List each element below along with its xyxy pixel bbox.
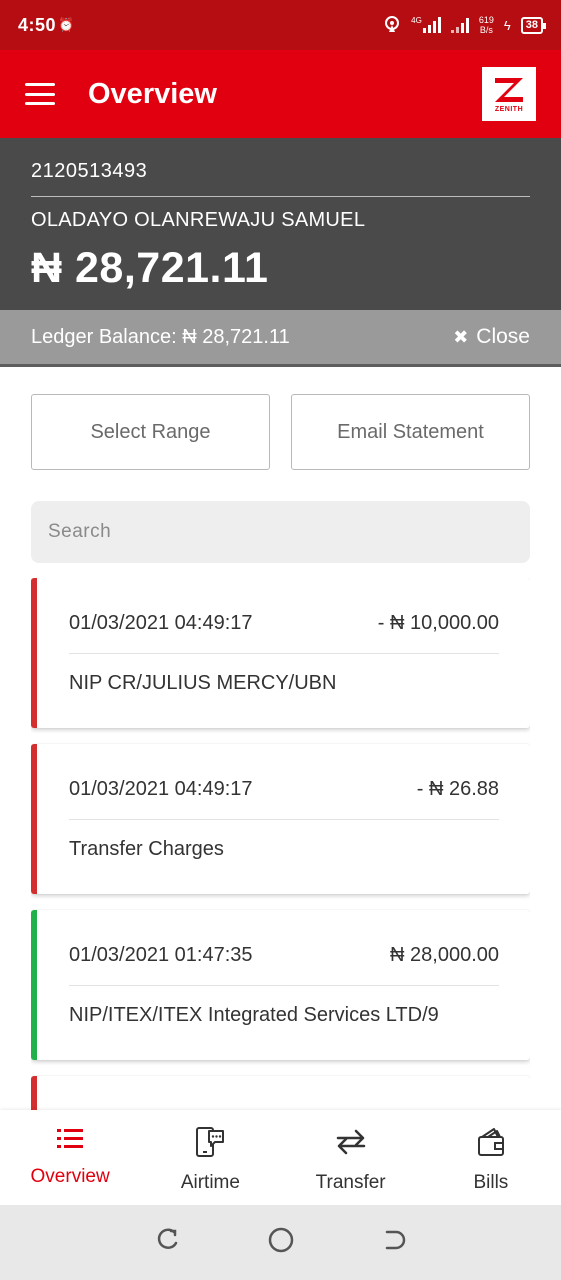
status-icons: 4G 619 B/s ϟ 38 — [383, 15, 547, 36]
transaction-divider — [69, 653, 499, 654]
transaction-description: Transfer Charges — [69, 838, 224, 860]
nav-item-airtime[interactable]: Airtime — [140, 1110, 280, 1205]
page-title: Overview — [88, 77, 217, 110]
search-input[interactable] — [48, 521, 513, 543]
menu-icon[interactable] — [25, 83, 55, 105]
nav-item-transfer[interactable]: Transfer — [281, 1110, 421, 1205]
transaction-amount: - ₦ 10,000.00 — [377, 612, 499, 634]
available-balance: ₦ 28,721.11 — [31, 244, 269, 292]
transaction-amount: - ₦ 26.88 — [416, 778, 499, 800]
transaction-card[interactable]: 01/03/2021 04:49:17 - ₦ 26.88 Transfer C… — [31, 744, 530, 894]
debit-indicator — [31, 1076, 37, 1110]
transaction-description: NIP CR/JULIUS MERCY/UBN — [69, 672, 337, 694]
battery-icon: 38 — [520, 16, 547, 34]
nav-item-bills[interactable]: Bills — [421, 1110, 561, 1205]
nav-label-bills: Bills — [473, 1172, 509, 1193]
zenith-logo-icon — [495, 78, 523, 102]
search-box[interactable] — [31, 501, 530, 563]
select-range-button[interactable]: Select Range — [31, 394, 270, 470]
transaction-amount: ₦ 28,000.00 — [390, 944, 499, 966]
transaction-divider — [69, 985, 499, 986]
recent-apps-icon[interactable] — [154, 1227, 180, 1258]
bottom-nav: Overview Airtime Transfer Bills — [0, 1110, 561, 1205]
status-bar: 4:50 ⏰ 4G 619 B/s ϟ 38 — [0, 0, 561, 50]
wallet-icon — [476, 1126, 506, 1164]
email-statement-button[interactable]: Email Statement — [291, 394, 530, 470]
transaction-description: NIP/ITEX/ITEX Integrated Services LTD/9 — [69, 1004, 439, 1026]
account-number: 2120513493 — [31, 160, 148, 182]
back-icon[interactable] — [382, 1227, 408, 1258]
debit-indicator — [31, 744, 37, 894]
signal-strength-icon — [422, 17, 441, 33]
transaction-card[interactable]: 01/03/2021 04:49:17 - ₦ 10,000.00 NIP CR… — [31, 578, 530, 728]
nav-item-overview[interactable]: Overview — [0, 1110, 140, 1205]
signal-strength-icon-2 — [450, 17, 469, 33]
ledger-balance: Ledger Balance: ₦ 28,721.11 — [31, 325, 290, 348]
zenith-logo: ZENITH — [482, 67, 536, 121]
account-name: OLADAYO OLANREWAJU SAMUEL — [31, 209, 366, 231]
close-icon: ✖ — [453, 326, 469, 347]
debit-indicator — [31, 578, 37, 728]
list-icon — [56, 1126, 84, 1158]
nav-label-airtime: Airtime — [180, 1172, 240, 1193]
alarm-icon: ⏰ — [58, 17, 75, 32]
system-nav-bar — [0, 1205, 561, 1280]
nav-label-transfer: Transfer — [315, 1172, 386, 1193]
logo-text: ZENITH — [494, 106, 524, 113]
transfer-arrows-icon — [334, 1126, 368, 1164]
charging-icon: ϟ — [503, 17, 511, 33]
phone-chat-icon — [194, 1126, 226, 1164]
close-label: Close — [476, 325, 530, 348]
transaction-divider — [69, 819, 499, 820]
nav-label-overview: Overview — [30, 1166, 110, 1187]
action-buttons: Select Range Email Statement — [31, 394, 530, 470]
network-speed: 619 B/s — [478, 15, 494, 35]
ledger-bar: Ledger Balance: ₦ 28,721.11 ✖ Close — [0, 310, 561, 367]
transaction-datetime: 01/03/2021 01:47:35 — [69, 944, 253, 966]
network-type: 4G — [411, 16, 422, 25]
transaction-card[interactable]: 01/03/2021 01:47:35 ₦ 28,000.00 NIP/ITEX… — [31, 910, 530, 1060]
credit-indicator — [31, 910, 37, 1060]
status-time: 4:50 — [18, 14, 57, 35]
transaction-datetime: 01/03/2021 04:49:17 — [69, 778, 253, 800]
hotspot-icon — [383, 15, 401, 36]
app-bar: Overview ZENITH — [0, 50, 561, 138]
close-button[interactable]: ✖ Close — [453, 325, 530, 349]
transaction-datetime: 01/03/2021 04:49:17 — [69, 612, 253, 634]
transaction-list: 01/03/2021 04:49:17 - ₦ 10,000.00 NIP CR… — [31, 578, 530, 1110]
account-divider — [31, 196, 530, 197]
home-icon[interactable] — [267, 1226, 295, 1259]
transaction-card[interactable] — [31, 1076, 530, 1110]
account-panel: 2120513493 OLADAYO OLANREWAJU SAMUEL ₦ 2… — [0, 138, 561, 310]
